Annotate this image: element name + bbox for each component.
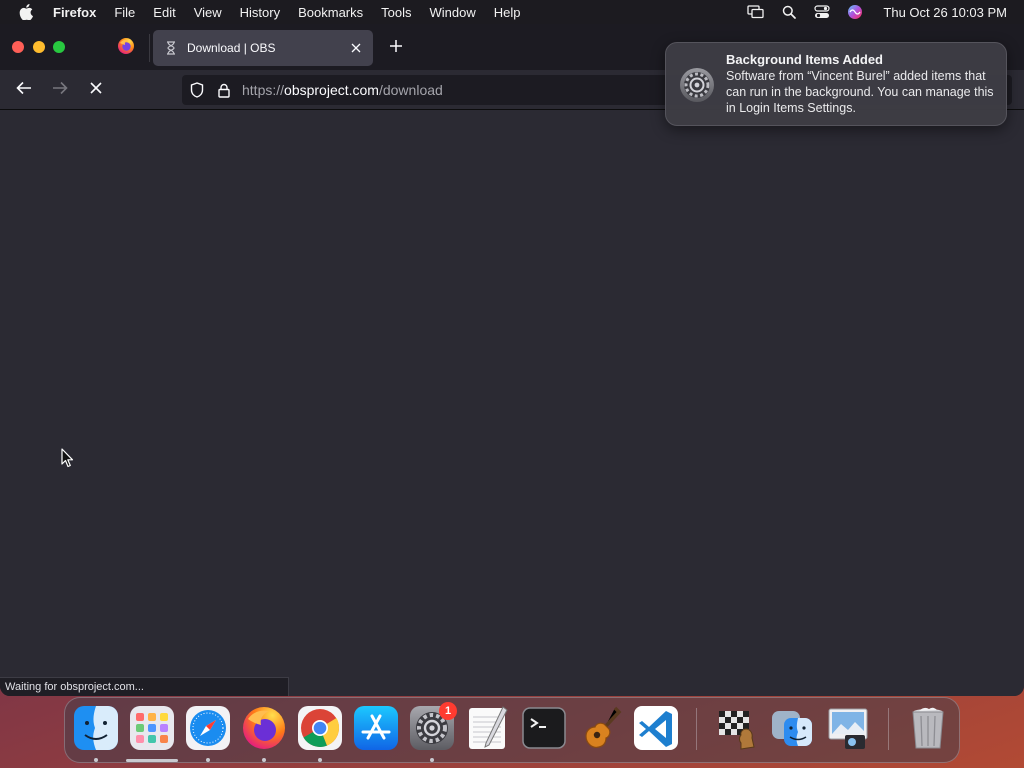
dock-preview[interactable] xyxy=(825,705,871,751)
zoom-window-button[interactable] xyxy=(53,41,65,53)
trash-icon xyxy=(905,705,951,751)
tab-separator xyxy=(149,34,150,62)
close-tab-icon[interactable] xyxy=(345,37,367,59)
tab-title: Download | OBS xyxy=(187,41,276,55)
firefox-icon xyxy=(241,705,287,751)
url-path: /download xyxy=(378,82,443,98)
dock-running-indicator xyxy=(430,758,434,762)
menu-bookmarks[interactable]: Bookmarks xyxy=(298,5,363,20)
menu-file[interactable]: File xyxy=(114,5,135,20)
url-scheme: https:// xyxy=(242,82,285,98)
menu-app-firefox[interactable]: Firefox xyxy=(53,5,96,20)
firefox-icon xyxy=(117,37,135,60)
dock-launchpad-indicator xyxy=(126,759,178,762)
system-settings-gear-icon xyxy=(679,67,715,103)
hourglass-loading-icon xyxy=(163,41,179,55)
dock-separator xyxy=(888,708,889,750)
dock-migration-assistant[interactable] xyxy=(769,705,815,751)
url-host: obsproject.com xyxy=(284,82,379,98)
notification-badge: 1 xyxy=(439,702,457,720)
menu-window[interactable]: Window xyxy=(430,5,476,20)
dock-chrome[interactable] xyxy=(297,705,343,751)
dock-running-indicator xyxy=(206,758,210,762)
dock-system-settings[interactable]: 1 xyxy=(409,702,457,751)
tab-download-obs[interactable]: Download | OBS xyxy=(153,30,373,66)
dock-visual-studio-code[interactable] xyxy=(633,705,679,751)
dock-terminal[interactable] xyxy=(521,705,567,751)
chrome-icon xyxy=(297,705,343,751)
guitar-icon xyxy=(577,705,623,751)
menu-bar: Firefox File Edit View History Bookmarks… xyxy=(0,0,1024,24)
chess-knight-icon xyxy=(713,705,759,751)
new-tab-button[interactable] xyxy=(384,36,408,60)
tracking-protection-shield-icon[interactable] xyxy=(190,82,206,98)
dock-launchpad[interactable] xyxy=(129,705,175,751)
dock-finder[interactable] xyxy=(73,705,119,751)
dock: 1 xyxy=(64,697,960,763)
menu-history[interactable]: History xyxy=(240,5,280,20)
close-window-button[interactable] xyxy=(12,41,24,53)
arrow-right-icon xyxy=(52,81,68,100)
dock-app-store[interactable] xyxy=(353,705,399,751)
dock-trash[interactable] xyxy=(905,705,951,751)
arrow-left-icon xyxy=(16,81,32,100)
migration-assistant-icon xyxy=(769,705,815,751)
siri-icon[interactable] xyxy=(846,5,863,19)
plus-icon xyxy=(389,39,403,58)
safari-compass-icon xyxy=(185,705,231,751)
back-button[interactable] xyxy=(12,78,36,102)
launchpad-icon xyxy=(129,705,175,751)
page-content-area[interactable] xyxy=(0,111,1024,696)
lock-icon[interactable] xyxy=(218,83,232,98)
screen-mirroring-icon[interactable] xyxy=(747,5,765,19)
dock-running-indicator xyxy=(262,758,266,762)
status-panel: Waiting for obsproject.com... xyxy=(0,677,289,696)
minimize-window-button[interactable] xyxy=(33,41,45,53)
dock-chess[interactable] xyxy=(713,705,759,751)
menu-bar-clock[interactable]: Thu Oct 26 10:03 PM xyxy=(883,5,1007,20)
stop-loading-button[interactable] xyxy=(84,78,108,102)
menu-tools[interactable]: Tools xyxy=(381,5,411,20)
terminal-icon xyxy=(521,705,567,751)
menu-help[interactable]: Help xyxy=(494,5,521,20)
dock-running-indicator xyxy=(94,758,98,762)
notification-body: Software from “Vincent Burel” added item… xyxy=(726,69,994,115)
menu-view[interactable]: View xyxy=(194,5,222,20)
vscode-icon xyxy=(633,705,679,751)
control-center-icon[interactable] xyxy=(813,5,830,19)
preview-icon xyxy=(825,705,871,751)
finder-icon xyxy=(73,705,119,751)
menu-edit[interactable]: Edit xyxy=(153,5,175,20)
dock-garageband[interactable] xyxy=(577,705,623,751)
dock-firefox[interactable] xyxy=(241,705,287,751)
background-items-notification[interactable]: Background Items Added Software from “Vi… xyxy=(665,42,1007,126)
notification-title: Background Items Added xyxy=(726,52,883,67)
pinned-tab-firefox[interactable] xyxy=(105,32,147,64)
dock-separator xyxy=(696,708,697,750)
mouse-pointer-icon xyxy=(61,448,75,468)
close-icon xyxy=(89,81,103,100)
dock-running-indicator xyxy=(318,758,322,762)
menu-bar-extras: Thu Oct 26 10:03 PM xyxy=(747,0,1007,24)
app-store-icon xyxy=(353,705,399,751)
textedit-icon xyxy=(465,705,511,751)
url-text: https://obsproject.com/download xyxy=(242,82,443,98)
dock-textedit[interactable] xyxy=(465,705,511,751)
spotlight-search-icon[interactable] xyxy=(780,5,797,19)
forward-button[interactable] xyxy=(48,78,72,102)
dock-safari[interactable] xyxy=(185,705,231,751)
apple-menu-icon[interactable] xyxy=(19,4,37,20)
